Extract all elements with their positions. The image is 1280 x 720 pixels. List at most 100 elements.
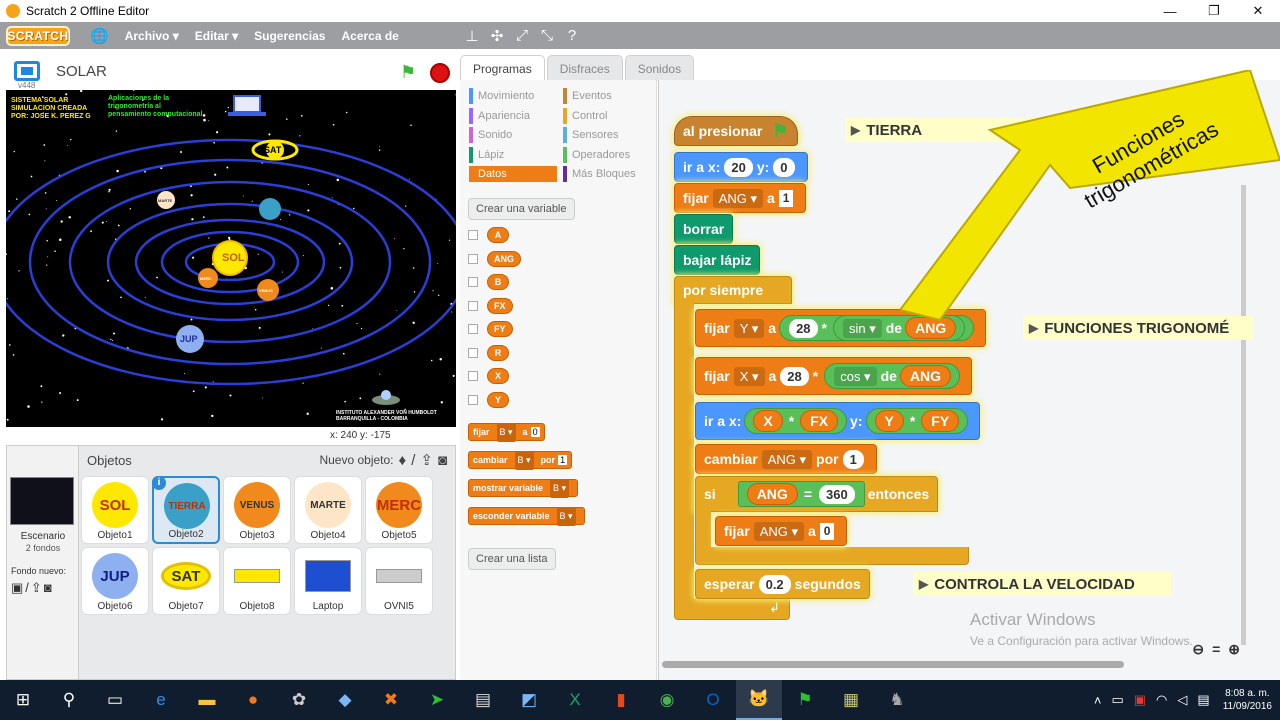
- app-icon[interactable]: ➤: [414, 680, 460, 720]
- green-flag-icon[interactable]: ⚑: [400, 62, 420, 82]
- sprite-info-icon[interactable]: i: [152, 476, 166, 490]
- stop-sign-icon[interactable]: [430, 63, 450, 83]
- variable-reporter[interactable]: A: [487, 227, 509, 243]
- x-reporter[interactable]: X: [753, 410, 783, 432]
- when-flag-clicked-block[interactable]: al presionar ⚑: [674, 116, 798, 146]
- palette-change-block[interactable]: cambiar B ▾ por 1: [468, 450, 573, 470]
- category-más-bloques[interactable]: Más Bloques: [563, 166, 651, 182]
- project-title[interactable]: SOLAR: [56, 63, 107, 80]
- volume-icon[interactable]: ◁: [1177, 692, 1187, 708]
- app-icon[interactable]: ◩: [506, 680, 552, 720]
- y-times-fy[interactable]: Y * FY: [865, 408, 969, 434]
- goto-x-input[interactable]: 20: [724, 157, 753, 177]
- category-lápiz[interactable]: Lápiz: [469, 146, 557, 163]
- windows-start-icon[interactable]: ⊞: [0, 680, 46, 720]
- vertical-scrollbar[interactable]: [1241, 185, 1246, 645]
- variable-reporter[interactable]: FX: [487, 297, 513, 314]
- change-ang-block[interactable]: cambiar ANG ▾ por 1: [695, 444, 877, 474]
- category-sonido[interactable]: Sonido: [469, 127, 557, 143]
- app-icon[interactable]: ♞: [874, 680, 920, 720]
- hide-var-dropdown[interactable]: B ▾: [556, 506, 576, 526]
- menu-sugerencias[interactable]: Sugerencias: [254, 29, 325, 43]
- category-eventos[interactable]: Eventos: [563, 88, 651, 104]
- sprite-tile[interactable]: Objeto8: [223, 547, 291, 615]
- grow-icon[interactable]: ⤢: [515, 27, 529, 44]
- goto-xy-block[interactable]: ir a x: 20 y: 0: [674, 152, 808, 182]
- sin-reporter[interactable]: sin ▾ de ANG: [832, 315, 966, 341]
- set-ang-dropdown[interactable]: ANG ▾: [712, 188, 763, 208]
- sprite-library-icon[interactable]: ♦: [399, 452, 407, 469]
- category-operadores[interactable]: Operadores: [563, 146, 651, 163]
- comment-toggle-icon[interactable]: ▶: [1029, 321, 1038, 335]
- sprite-tile[interactable]: Laptop: [294, 547, 362, 615]
- pen-down-block[interactable]: bajar lápiz: [674, 245, 761, 275]
- clock[interactable]: 8:08 a. m. 11/09/2016: [1223, 687, 1272, 713]
- sprite-tile[interactable]: OVNI5: [365, 547, 433, 615]
- category-datos[interactable]: Datos: [469, 166, 557, 182]
- sin-dropdown[interactable]: sin ▾: [842, 318, 882, 338]
- tab-sonidos[interactable]: Sonidos: [624, 55, 695, 81]
- variable-reporter[interactable]: R: [487, 344, 509, 361]
- file-explorer-icon[interactable]: ▬: [184, 680, 230, 720]
- variable-checkbox[interactable]: [468, 277, 478, 287]
- category-control[interactable]: Control: [563, 107, 651, 124]
- notepad-icon[interactable]: ▤: [460, 680, 506, 720]
- if-block[interactable]: si ANG = 360 entonces: [695, 476, 939, 512]
- palette-show-var-block[interactable]: mostrar variable B ▾: [468, 478, 579, 498]
- wait-block[interactable]: esperar 0.2 segundos: [695, 569, 870, 599]
- set-ang-block[interactable]: fijar ANG ▾ a 1: [674, 183, 807, 213]
- edge-browser-icon[interactable]: e: [138, 680, 184, 720]
- close-icon[interactable]: ✕: [1236, 0, 1280, 22]
- variable-checkbox[interactable]: [468, 394, 478, 405]
- cos-reporter[interactable]: cos ▾ de ANG: [824, 363, 961, 389]
- change-var-dropdown[interactable]: B ▾: [514, 450, 534, 470]
- fx-reporter[interactable]: FX: [800, 410, 839, 432]
- office-icon[interactable]: ▮: [598, 680, 644, 720]
- variable-checkbox[interactable]: [468, 324, 478, 334]
- variable-reporter[interactable]: X: [487, 368, 509, 384]
- clear-block[interactable]: borrar: [674, 214, 734, 244]
- chrome-icon[interactable]: ◉: [644, 680, 690, 720]
- set-value[interactable]: 0: [530, 427, 540, 437]
- scratch-taskbar-icon[interactable]: 🐱: [736, 680, 782, 720]
- set-ang0-value[interactable]: 0: [819, 522, 835, 540]
- menu-editar[interactable]: Editar ▾: [195, 29, 238, 43]
- set-x-dropdown[interactable]: X ▾: [733, 366, 765, 386]
- tab-programas[interactable]: Programas: [460, 55, 545, 81]
- variable-reporter[interactable]: ANG: [487, 250, 521, 267]
- shrink-icon[interactable]: ⤡: [540, 27, 554, 44]
- app-icon[interactable]: ⚑: [782, 680, 828, 720]
- category-sensores[interactable]: Sensores: [563, 127, 651, 143]
- cos-dropdown[interactable]: cos ▾: [834, 366, 877, 386]
- amplitude-x-input[interactable]: 28: [780, 366, 809, 386]
- ang-reporter[interactable]: ANG: [746, 483, 798, 505]
- set-x-block[interactable]: fijar X ▾ a 28 * cos ▾ de ANG: [695, 357, 973, 395]
- tray-expand-icon[interactable]: ˄: [1094, 693, 1102, 708]
- battery-icon[interactable]: ▭: [1111, 692, 1123, 708]
- category-movimiento[interactable]: Movimiento: [469, 88, 557, 104]
- make-list-button[interactable]: Crear una lista: [468, 548, 556, 570]
- sprite-camera-icon[interactable]: ◙: [438, 452, 447, 469]
- category-apariencia[interactable]: Apariencia: [469, 107, 557, 124]
- delete-scissors-icon[interactable]: ✣: [490, 27, 504, 45]
- x-times-fx[interactable]: X * FX: [744, 408, 848, 434]
- wifi-icon[interactable]: ◠: [1156, 692, 1167, 708]
- app-icon[interactable]: ◆: [322, 680, 368, 720]
- horizontal-scrollbar[interactable]: [662, 661, 1124, 668]
- stage-canvas[interactable]: SISTEMA SOLAR SIMULACION CREADA POR: JOSE …: [6, 90, 456, 427]
- amplitude-input[interactable]: 28: [789, 318, 818, 338]
- variable-checkbox[interactable]: [468, 371, 478, 381]
- set-ang-value[interactable]: 1: [778, 189, 794, 207]
- variable-checkbox[interactable]: [468, 300, 478, 311]
- sprite-paint-icon[interactable]: /: [411, 452, 415, 469]
- menu-acerca-de[interactable]: Acerca de: [341, 29, 398, 43]
- comment-toggle-icon[interactable]: ▶: [919, 577, 928, 591]
- app-icon[interactable]: ✖: [368, 680, 414, 720]
- comment-velocidad[interactable]: ▶ CONTROLA LA VELOCIDAD: [913, 572, 1171, 596]
- ang-reporter[interactable]: ANG: [899, 365, 952, 387]
- task-view-icon[interactable]: ▭: [92, 680, 138, 720]
- restore-icon[interactable]: ❐: [1192, 0, 1236, 22]
- stage-thumbnail[interactable]: [10, 477, 74, 525]
- equals-value[interactable]: 360: [819, 484, 855, 504]
- app-icon[interactable]: ✿: [276, 680, 322, 720]
